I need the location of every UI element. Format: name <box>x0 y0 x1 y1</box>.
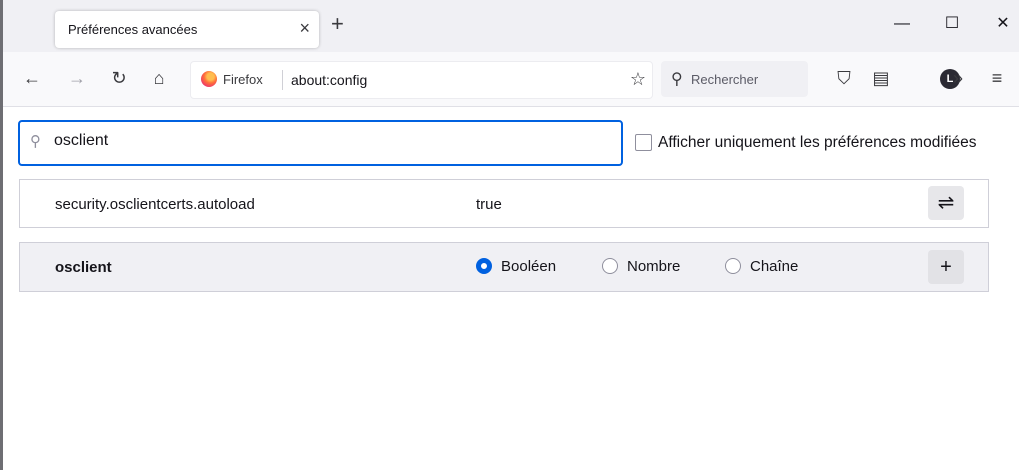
identity-label[interactable]: Firefox <box>223 72 263 87</box>
new-pref-row: osclient Booléen Nombre Chaîne + <box>19 242 989 292</box>
pref-row: security.osclientcerts.autoload true ⇌ <box>19 179 989 228</box>
search-icon: ⚲ <box>671 71 683 88</box>
show-modified-label[interactable]: Afficher uniquement les préférences modi… <box>658 134 977 152</box>
overflow-menu-icon[interactable]: » <box>946 68 970 88</box>
home-button[interactable]: ⌂ <box>147 68 171 88</box>
url-bar[interactable]: Firefox about:config ☆ <box>190 61 653 99</box>
number-radio-label[interactable]: Nombre <box>627 258 680 275</box>
config-search-input[interactable] <box>54 132 594 150</box>
tab-strip: Préférences avancées × + — ☐ ✕ <box>3 0 1019 52</box>
url-separator <box>282 70 283 90</box>
reload-button[interactable]: ↻ <box>107 68 131 88</box>
search-icon: ⚲ <box>30 133 41 150</box>
pocket-icon[interactable]: ⛉ <box>832 68 856 88</box>
boolean-radio[interactable] <box>476 258 492 274</box>
boolean-radio-label[interactable]: Booléen <box>501 258 556 275</box>
new-pref-name: osclient <box>55 259 112 276</box>
number-radio[interactable] <box>602 258 618 274</box>
search-placeholder: Rechercher <box>691 72 759 87</box>
tab-title: Préférences avancées <box>68 22 198 37</box>
minimize-button[interactable]: — <box>887 14 917 34</box>
tab-about-config[interactable]: Préférences avancées × <box>55 11 319 48</box>
reader-view-icon[interactable]: ▤ <box>869 68 893 88</box>
add-pref-button[interactable]: + <box>928 250 964 284</box>
navigation-toolbar: ← → ↻ ⌂ Firefox about:config ☆ ⚲ Recherc… <box>3 52 1019 107</box>
hamburger-menu-icon[interactable]: ≡ <box>985 68 1009 88</box>
pref-value[interactable]: true <box>476 196 502 213</box>
close-window-button[interactable]: ✕ <box>988 14 1018 34</box>
firefox-logo-icon <box>201 71 217 87</box>
string-radio[interactable] <box>725 258 741 274</box>
show-modified-checkbox[interactable] <box>635 134 652 151</box>
url-text[interactable]: about:config <box>291 72 367 88</box>
tab-close-icon[interactable]: × <box>299 18 310 38</box>
new-tab-button[interactable]: + <box>331 12 344 36</box>
string-radio-label[interactable]: Chaîne <box>750 258 798 275</box>
bookmark-star-icon[interactable]: ☆ <box>630 69 646 89</box>
forward-button[interactable]: → <box>65 68 89 88</box>
config-search-box: ⚲ <box>18 120 623 166</box>
toggle-pref-button[interactable]: ⇌ <box>928 186 964 220</box>
back-button[interactable]: ← <box>20 68 44 88</box>
search-bar[interactable]: ⚲ Rechercher <box>661 61 808 97</box>
maximize-button[interactable]: ☐ <box>937 14 967 34</box>
pref-name: security.osclientcerts.autoload <box>55 196 255 213</box>
